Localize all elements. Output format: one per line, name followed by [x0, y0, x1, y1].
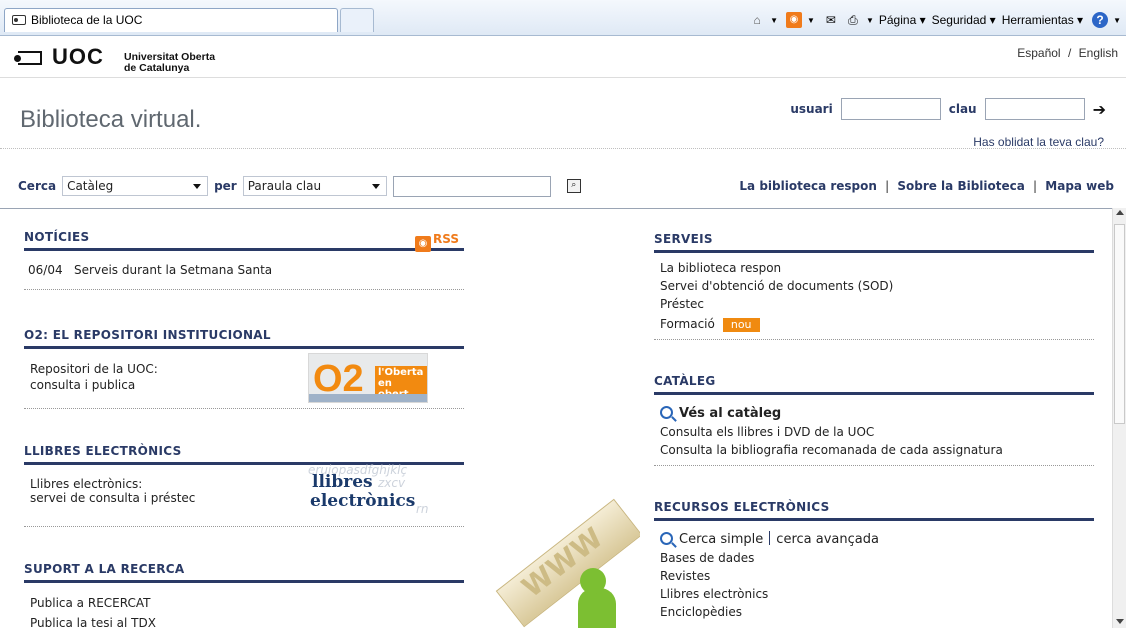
- suport-title: SUPORT A LA RECERCA: [24, 562, 464, 583]
- main-divider: [0, 208, 1126, 209]
- www-illustration: WWW: [470, 476, 640, 628]
- help-dropdown-icon[interactable]: ▼: [1113, 16, 1121, 25]
- link-biblioteca-respon-2[interactable]: La biblioteca respon: [660, 259, 1088, 277]
- search-field-select[interactable]: Paraula clau: [242, 176, 387, 196]
- tab-title: Biblioteca de la UOC: [31, 13, 143, 27]
- link-recercat[interactable]: Publica a RECERCAT: [30, 593, 458, 613]
- feeds-dropdown-icon[interactable]: ▼: [807, 16, 815, 25]
- serveis-title: SERVEIS: [654, 232, 1094, 253]
- vertical-scrollbar[interactable]: [1112, 208, 1126, 628]
- uoc-logo-subtitle: Universitat Oberta de Catalunya: [124, 51, 216, 74]
- link-bases-dades[interactable]: Bases de dades: [660, 549, 1088, 567]
- serveis-list: La biblioteca respon Servei d'obtenció d…: [654, 253, 1094, 340]
- page-menu[interactable]: Página ▾: [879, 13, 926, 27]
- print-icon[interactable]: ⎙: [845, 12, 861, 28]
- uoc-favicon-icon: [12, 15, 26, 25]
- scroll-down-icon[interactable]: [1116, 619, 1124, 624]
- search-icon: [660, 532, 673, 545]
- rss-icon: ◉: [415, 236, 431, 252]
- uoc-logo-text[interactable]: UOC: [52, 44, 104, 70]
- command-bar: ⌂ ▼ ◉ ▼ ✉ ⎙ ▼ Página ▾ Seguridad ▾ Herramie…: [746, 9, 1126, 31]
- search-input[interactable]: [392, 175, 551, 197]
- link-mapa-web[interactable]: Mapa web: [1045, 179, 1114, 193]
- lang-separator: /: [1067, 46, 1072, 60]
- password-input[interactable]: [984, 98, 1085, 120]
- uoc-logo-icon[interactable]: [14, 51, 42, 65]
- rss-link[interactable]: ◉ RSS: [415, 232, 459, 252]
- cataleg-box: CATÀLEG Vés al catàleg Consulta els llib…: [654, 374, 1094, 466]
- link-formacio[interactable]: Formació nou: [660, 315, 1088, 333]
- search-label: Cerca: [18, 179, 57, 193]
- serveis-box: SERVEIS La biblioteca respon Servei d'ob…: [654, 232, 1094, 340]
- page-title: Biblioteca virtual.: [20, 106, 202, 133]
- divider: [0, 148, 1126, 149]
- scroll-thumb[interactable]: [1114, 224, 1125, 424]
- cataleg-list: Vés al catàleg Consulta els llibres i DV…: [654, 395, 1094, 466]
- search-links: Cerca simple cerca avançada: [660, 531, 1088, 549]
- suport-box: SUPORT A LA RECERCA Publica a RECERCAT P…: [24, 562, 464, 639]
- new-badge: nou: [722, 318, 760, 332]
- browser-tab[interactable]: Biblioteca de la UOC: [4, 8, 338, 32]
- home-icon[interactable]: ⌂: [749, 12, 765, 28]
- o2-repository-banner[interactable]: O2 l'Obertaen obert: [308, 353, 428, 403]
- tools-menu[interactable]: Herramientas ▾: [1002, 13, 1083, 27]
- lang-spanish-link[interactable]: Español: [1017, 46, 1060, 60]
- new-tab-button[interactable]: [340, 8, 374, 32]
- link-ves-cataleg[interactable]: Vés al catàleg: [660, 405, 1088, 423]
- forgot-password-link[interactable]: Has oblidat la teva clau?: [973, 135, 1104, 149]
- cataleg-title: CATÀLEG: [654, 374, 1094, 395]
- security-menu[interactable]: Seguridad ▾: [932, 13, 996, 27]
- link-tdx[interactable]: Publica la tesi al TDX: [30, 613, 458, 633]
- link-enciclopedies[interactable]: Enciclopèdies: [660, 603, 1088, 621]
- link-cerca-avancada[interactable]: cerca avançada: [776, 532, 879, 547]
- login-arrow-icon[interactable]: ➔: [1093, 100, 1106, 119]
- link-prestec[interactable]: Préstec: [660, 295, 1088, 313]
- user-input[interactable]: [840, 98, 941, 120]
- language-selector: Español / English: [1017, 46, 1118, 60]
- chevron-down-icon: [371, 184, 380, 189]
- search-button-icon[interactable]: ⌕: [566, 179, 581, 193]
- mail-icon[interactable]: ✉: [823, 12, 839, 28]
- print-dropdown-icon[interactable]: ▼: [866, 16, 874, 25]
- help-icon[interactable]: ?: [1092, 12, 1109, 28]
- top-links: La biblioteca respon | Sobre la Bibliote…: [739, 179, 1114, 193]
- login-form: usuari clau ➔: [790, 98, 1106, 120]
- suport-list: Publica a RECERCAT Publica la tesi al TD…: [24, 583, 464, 639]
- rss-feed-icon[interactable]: ◉: [786, 12, 803, 28]
- search-bar: Cerca Catàleg per Paraula clau ⌕: [18, 175, 581, 197]
- llibres-title: LLIBRES ELECTRÒNICS: [24, 444, 464, 465]
- link-revistes[interactable]: Revistes: [660, 567, 1088, 585]
- recursos-list: Cerca simple cerca avançada Bases de dade…: [654, 521, 1094, 627]
- repositori-title: O2: EL REPOSITORI INSTITUCIONAL: [24, 328, 464, 349]
- browser-toolbar: Biblioteca de la UOC ⌂ ▼ ◉ ▼ ✉ ⎙ ▼ Página ▾…: [0, 0, 1126, 36]
- search-scope-select[interactable]: Catàleg: [62, 176, 209, 196]
- uoc-header: UOC Universitat Oberta de Catalunya Espa…: [0, 36, 1126, 78]
- link-sod[interactable]: Servei d'obtenció de documents (SOD): [660, 277, 1088, 295]
- noticies-list: 06/04 Serveis durant la Setmana Santa: [24, 251, 464, 290]
- password-label: clau: [948, 102, 977, 116]
- recursos-box: RECURSOS ELECTRÒNICS Cerca simple cerca a…: [654, 500, 1094, 627]
- link-bibliografia[interactable]: Consulta la bibliografia recomanada de c…: [660, 441, 1088, 459]
- link-llibres-electronics[interactable]: Llibres electrònics: [660, 585, 1088, 603]
- search-icon: [660, 406, 673, 419]
- divider: [769, 531, 771, 545]
- news-item[interactable]: 06/04 Serveis durant la Setmana Santa: [28, 261, 460, 279]
- scroll-up-icon[interactable]: [1116, 210, 1124, 215]
- chevron-down-icon: [193, 184, 202, 189]
- per-label: per: [214, 179, 237, 193]
- page-content: UOC Universitat Oberta de Catalunya Espa…: [0, 36, 1126, 630]
- link-biblioteca-respon[interactable]: La biblioteca respon: [739, 179, 877, 193]
- lang-english-link[interactable]: English: [1079, 46, 1118, 60]
- link-cerca-simple[interactable]: Cerca simple: [679, 532, 763, 547]
- home-dropdown-icon[interactable]: ▼: [770, 16, 778, 25]
- noticies-title: NOTÍCIES: [24, 230, 464, 251]
- llibres-electronics-banner[interactable]: eruiopasdfghjklç zxcv rn llibres electròni…: [308, 464, 428, 516]
- link-llibres-dvd[interactable]: Consulta els llibres i DVD de la UOC: [660, 423, 1088, 441]
- noticies-box: NOTÍCIES 06/04 Serveis durant la Setmana…: [24, 230, 464, 290]
- link-sobre-biblioteca[interactable]: Sobre la Biblioteca: [897, 179, 1025, 193]
- user-label: usuari: [790, 102, 833, 116]
- recursos-title: RECURSOS ELECTRÒNICS: [654, 500, 1094, 521]
